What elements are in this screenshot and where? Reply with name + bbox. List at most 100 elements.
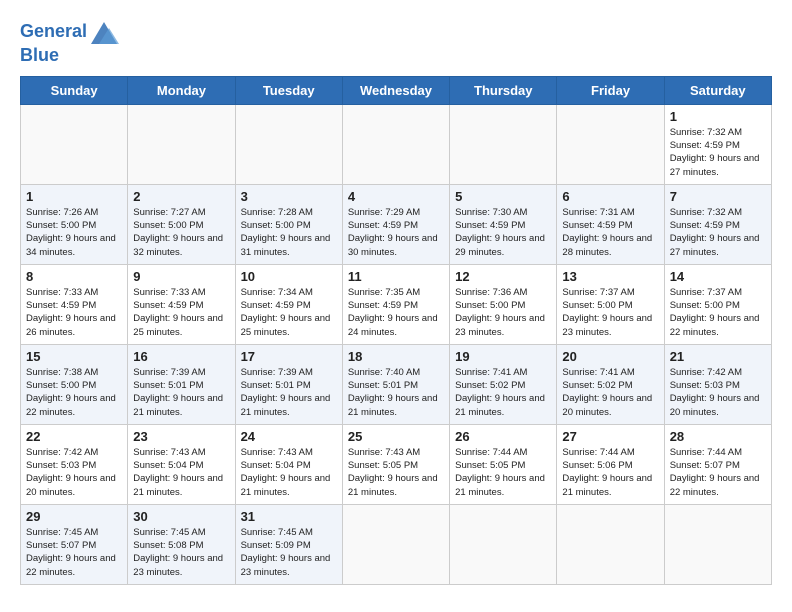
calendar-body: 1 Sunrise: 7:32 AMSunset: 4:59 PMDayligh… — [21, 104, 772, 584]
day-info: Sunrise: 7:33 AMSunset: 4:59 PMDaylight:… — [133, 287, 223, 338]
weekday-header-row: SundayMondayTuesdayWednesdayThursdayFrid… — [21, 76, 772, 104]
day-info: Sunrise: 7:45 AMSunset: 5:07 PMDaylight:… — [26, 527, 116, 578]
calendar-cell: 15 Sunrise: 7:38 AMSunset: 5:00 PMDaylig… — [21, 344, 128, 424]
day-info: Sunrise: 7:28 AMSunset: 5:00 PMDaylight:… — [241, 207, 331, 258]
day-number: 15 — [26, 349, 122, 364]
header: General Blue — [20, 18, 772, 66]
day-info: Sunrise: 7:45 AMSunset: 5:09 PMDaylight:… — [241, 527, 331, 578]
day-info: Sunrise: 7:32 AMSunset: 4:59 PMDaylight:… — [670, 127, 760, 178]
weekday-header-sunday: Sunday — [21, 76, 128, 104]
logo-text-general: General — [20, 22, 87, 42]
day-number: 11 — [348, 269, 444, 284]
day-number: 10 — [241, 269, 337, 284]
calendar-cell: 23 Sunrise: 7:43 AMSunset: 5:04 PMDaylig… — [128, 424, 235, 504]
calendar-cell: 28 Sunrise: 7:44 AMSunset: 5:07 PMDaylig… — [664, 424, 771, 504]
calendar-cell: 1 Sunrise: 7:26 AMSunset: 5:00 PMDayligh… — [21, 184, 128, 264]
day-number: 18 — [348, 349, 444, 364]
day-info: Sunrise: 7:43 AMSunset: 5:05 PMDaylight:… — [348, 447, 438, 498]
calendar-cell — [557, 104, 664, 184]
day-info: Sunrise: 7:29 AMSunset: 4:59 PMDaylight:… — [348, 207, 438, 258]
day-number: 31 — [241, 509, 337, 524]
calendar-cell: 25 Sunrise: 7:43 AMSunset: 5:05 PMDaylig… — [342, 424, 449, 504]
week-row-2: 8 Sunrise: 7:33 AMSunset: 4:59 PMDayligh… — [21, 264, 772, 344]
calendar-cell: 26 Sunrise: 7:44 AMSunset: 5:05 PMDaylig… — [450, 424, 557, 504]
logo-text-blue: Blue — [20, 46, 59, 66]
day-number: 1 — [26, 189, 122, 204]
day-info: Sunrise: 7:35 AMSunset: 4:59 PMDaylight:… — [348, 287, 438, 338]
day-info: Sunrise: 7:43 AMSunset: 5:04 PMDaylight:… — [241, 447, 331, 498]
calendar-cell — [450, 104, 557, 184]
page: General Blue SundayMondayTuesdayWednesda… — [0, 0, 792, 595]
week-row-1: 1 Sunrise: 7:26 AMSunset: 5:00 PMDayligh… — [21, 184, 772, 264]
day-number: 24 — [241, 429, 337, 444]
calendar-cell: 12 Sunrise: 7:36 AMSunset: 5:00 PMDaylig… — [450, 264, 557, 344]
calendar-cell: 29 Sunrise: 7:45 AMSunset: 5:07 PMDaylig… — [21, 504, 128, 584]
calendar-cell: 10 Sunrise: 7:34 AMSunset: 4:59 PMDaylig… — [235, 264, 342, 344]
day-info: Sunrise: 7:36 AMSunset: 5:00 PMDaylight:… — [455, 287, 545, 338]
day-info: Sunrise: 7:26 AMSunset: 5:00 PMDaylight:… — [26, 207, 116, 258]
logo-icon — [89, 18, 119, 46]
day-number: 13 — [562, 269, 658, 284]
calendar-cell: 3 Sunrise: 7:28 AMSunset: 5:00 PMDayligh… — [235, 184, 342, 264]
calendar-cell — [342, 504, 449, 584]
calendar-cell: 19 Sunrise: 7:41 AMSunset: 5:02 PMDaylig… — [450, 344, 557, 424]
day-number: 27 — [562, 429, 658, 444]
weekday-header-friday: Friday — [557, 76, 664, 104]
day-number: 19 — [455, 349, 551, 364]
day-info: Sunrise: 7:39 AMSunset: 5:01 PMDaylight:… — [133, 367, 223, 418]
day-info: Sunrise: 7:41 AMSunset: 5:02 PMDaylight:… — [562, 367, 652, 418]
day-number: 22 — [26, 429, 122, 444]
calendar-cell: 20 Sunrise: 7:41 AMSunset: 5:02 PMDaylig… — [557, 344, 664, 424]
week-row-4: 22 Sunrise: 7:42 AMSunset: 5:03 PMDaylig… — [21, 424, 772, 504]
calendar-cell: 18 Sunrise: 7:40 AMSunset: 5:01 PMDaylig… — [342, 344, 449, 424]
logo: General Blue — [20, 18, 119, 66]
day-info: Sunrise: 7:37 AMSunset: 5:00 PMDaylight:… — [562, 287, 652, 338]
week-row-5: 29 Sunrise: 7:45 AMSunset: 5:07 PMDaylig… — [21, 504, 772, 584]
calendar-cell: 5 Sunrise: 7:30 AMSunset: 4:59 PMDayligh… — [450, 184, 557, 264]
calendar-cell: 17 Sunrise: 7:39 AMSunset: 5:01 PMDaylig… — [235, 344, 342, 424]
calendar-cell: 31 Sunrise: 7:45 AMSunset: 5:09 PMDaylig… — [235, 504, 342, 584]
calendar-cell — [128, 104, 235, 184]
calendar-cell: 16 Sunrise: 7:39 AMSunset: 5:01 PMDaylig… — [128, 344, 235, 424]
calendar-cell: 27 Sunrise: 7:44 AMSunset: 5:06 PMDaylig… — [557, 424, 664, 504]
day-info: Sunrise: 7:30 AMSunset: 4:59 PMDaylight:… — [455, 207, 545, 258]
calendar-cell: 11 Sunrise: 7:35 AMSunset: 4:59 PMDaylig… — [342, 264, 449, 344]
day-info: Sunrise: 7:44 AMSunset: 5:07 PMDaylight:… — [670, 447, 760, 498]
day-info: Sunrise: 7:38 AMSunset: 5:00 PMDaylight:… — [26, 367, 116, 418]
day-number: 23 — [133, 429, 229, 444]
day-number: 5 — [455, 189, 551, 204]
calendar-cell: 14 Sunrise: 7:37 AMSunset: 5:00 PMDaylig… — [664, 264, 771, 344]
day-info: Sunrise: 7:34 AMSunset: 4:59 PMDaylight:… — [241, 287, 331, 338]
calendar-cell: 24 Sunrise: 7:43 AMSunset: 5:04 PMDaylig… — [235, 424, 342, 504]
day-info: Sunrise: 7:40 AMSunset: 5:01 PMDaylight:… — [348, 367, 438, 418]
weekday-header-wednesday: Wednesday — [342, 76, 449, 104]
day-info: Sunrise: 7:39 AMSunset: 5:01 PMDaylight:… — [241, 367, 331, 418]
weekday-header-monday: Monday — [128, 76, 235, 104]
calendar-cell — [235, 104, 342, 184]
day-number: 25 — [348, 429, 444, 444]
calendar-cell — [21, 104, 128, 184]
calendar-cell: 22 Sunrise: 7:42 AMSunset: 5:03 PMDaylig… — [21, 424, 128, 504]
day-number: 30 — [133, 509, 229, 524]
day-number: 6 — [562, 189, 658, 204]
week-row-3: 15 Sunrise: 7:38 AMSunset: 5:00 PMDaylig… — [21, 344, 772, 424]
day-info: Sunrise: 7:41 AMSunset: 5:02 PMDaylight:… — [455, 367, 545, 418]
day-info: Sunrise: 7:44 AMSunset: 5:06 PMDaylight:… — [562, 447, 652, 498]
calendar-cell — [664, 504, 771, 584]
day-info: Sunrise: 7:31 AMSunset: 4:59 PMDaylight:… — [562, 207, 652, 258]
day-info: Sunrise: 7:43 AMSunset: 5:04 PMDaylight:… — [133, 447, 223, 498]
week-row-0: 1 Sunrise: 7:32 AMSunset: 4:59 PMDayligh… — [21, 104, 772, 184]
day-info: Sunrise: 7:37 AMSunset: 5:00 PMDaylight:… — [670, 287, 760, 338]
day-info: Sunrise: 7:32 AMSunset: 4:59 PMDaylight:… — [670, 207, 760, 258]
weekday-header-saturday: Saturday — [664, 76, 771, 104]
calendar-cell: 8 Sunrise: 7:33 AMSunset: 4:59 PMDayligh… — [21, 264, 128, 344]
day-number: 28 — [670, 429, 766, 444]
day-number: 9 — [133, 269, 229, 284]
day-number: 17 — [241, 349, 337, 364]
day-info: Sunrise: 7:44 AMSunset: 5:05 PMDaylight:… — [455, 447, 545, 498]
day-number: 29 — [26, 509, 122, 524]
calendar-cell — [450, 504, 557, 584]
calendar-cell: 21 Sunrise: 7:42 AMSunset: 5:03 PMDaylig… — [664, 344, 771, 424]
day-info: Sunrise: 7:27 AMSunset: 5:00 PMDaylight:… — [133, 207, 223, 258]
day-number: 14 — [670, 269, 766, 284]
